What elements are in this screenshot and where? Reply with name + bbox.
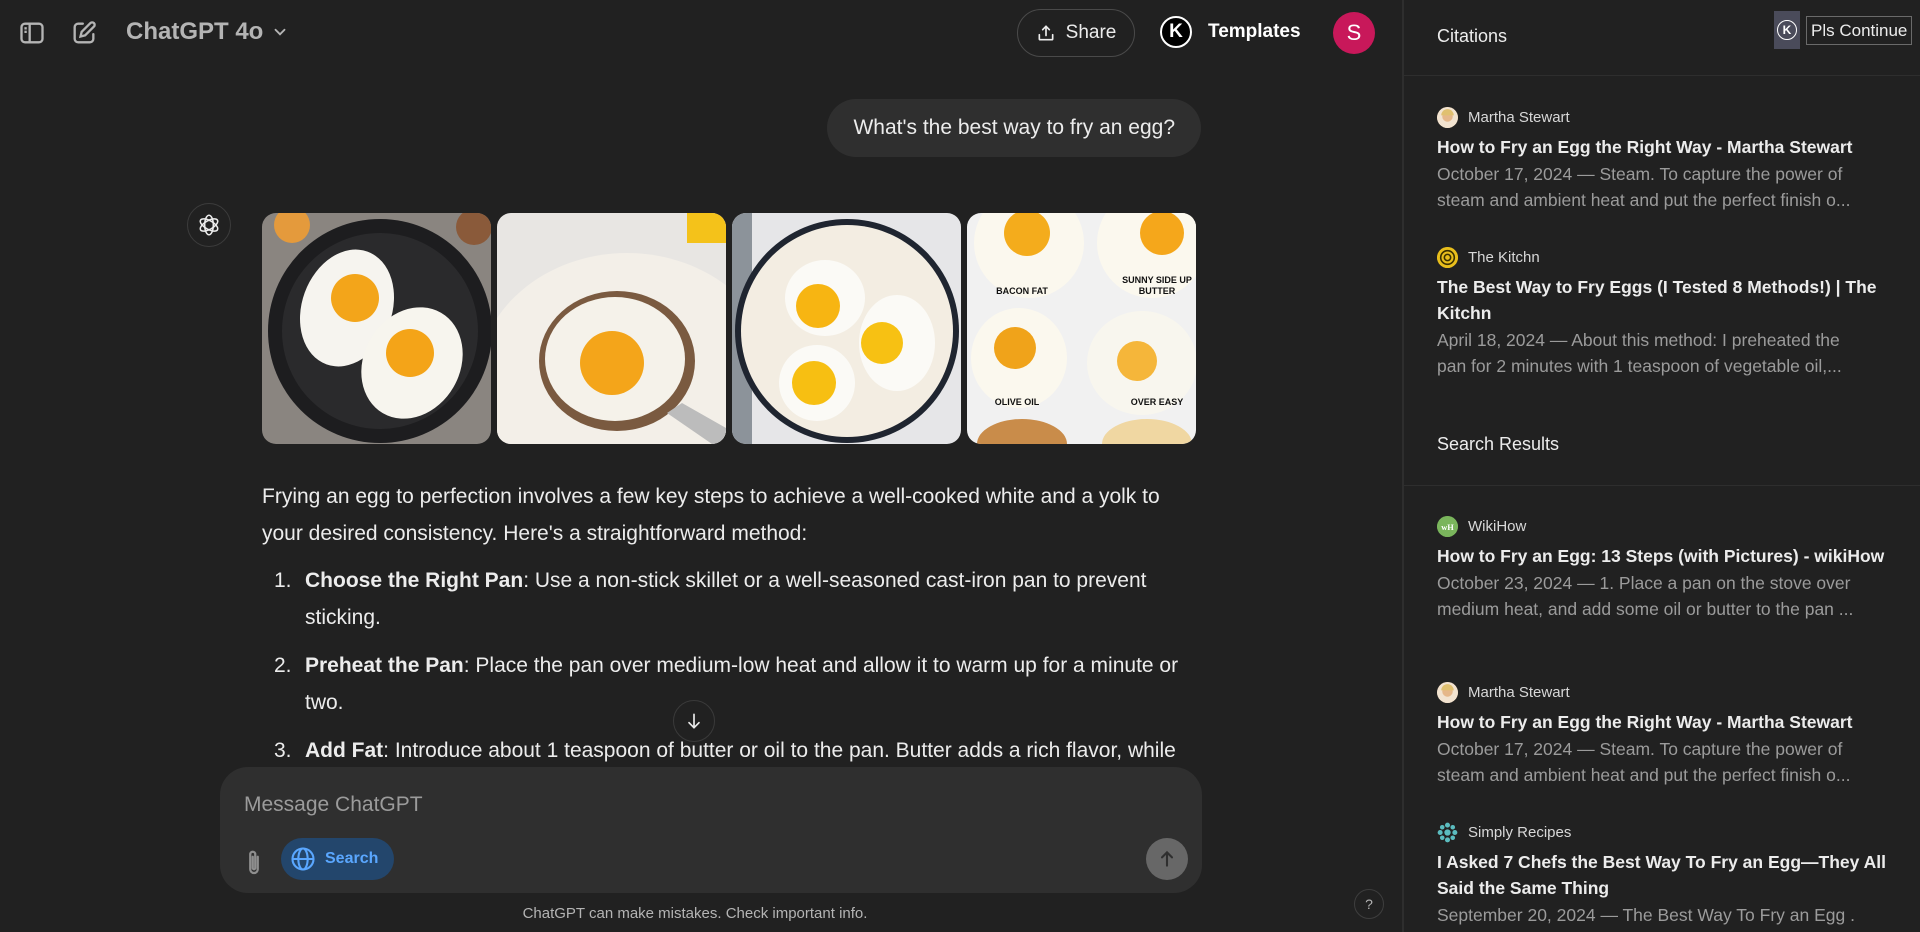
the-kitchn-favicon <box>1437 246 1458 268</box>
templates-label: Templates <box>1208 21 1301 42</box>
step-item: 3. Add Fat: Introduce about 1 teaspoon o… <box>262 732 1202 769</box>
attach-button[interactable] <box>240 843 268 883</box>
label-sunny-side-up: SUNNY SIDE UP <box>1122 275 1192 285</box>
citation-title[interactable]: How to Fry an Egg the Right Way - Martha… <box>1437 134 1897 160</box>
answer-intro: Frying an egg to perfection involves a f… <box>262 485 1160 545</box>
result-snippet: October 17, 2024 — Steam. To capture the… <box>1437 739 1851 785</box>
result-title[interactable]: How to Fry an Egg: 13 Steps (with Pictur… <box>1437 543 1897 569</box>
search-label: Search <box>325 850 379 867</box>
citation-item[interactable]: The Kitchn The Best Way to Fry Eggs (I T… <box>1437 246 1897 379</box>
sidebar-toggle-icon <box>20 22 44 44</box>
simply-recipes-favicon <box>1437 822 1458 843</box>
result-snippet: October 23, 2024 — 1. Place a pan on the… <box>1437 573 1854 619</box>
extension-k-button[interactable]: K <box>1774 11 1800 49</box>
step-number: 3. <box>274 739 292 762</box>
message-composer: Search <box>220 767 1202 893</box>
steps-list: 1. Choose the Right Pan: Use a non-stick… <box>262 562 1202 769</box>
share-button[interactable]: Share <box>1017 9 1135 57</box>
citation-snippet: October 17, 2024 — Steam. To capture the… <box>1437 164 1851 210</box>
user-message: What's the best way to fry an egg? <box>827 99 1201 157</box>
result-source: WikiHow <box>1468 517 1527 535</box>
label-over-easy: OVER EASY <box>1131 397 1184 407</box>
disclaimer: ChatGPT can make mistakes. Check importa… <box>522 905 868 922</box>
user-avatar[interactable]: S <box>1333 12 1375 54</box>
new-chat-icon <box>73 21 96 44</box>
step-text: : Introduce about 1 teaspoon of butter o… <box>383 739 1176 762</box>
result-snippet: September 20, 2024 — The Best Way To Fry… <box>1437 905 1855 925</box>
image-white-pan-eggs <box>732 213 961 444</box>
egg-image-1[interactable] <box>262 213 491 444</box>
top-bar: ChatGPT 4o Share K Templates S <box>0 0 1402 66</box>
assistant-avatar <box>187 203 231 247</box>
search-result-item[interactable]: Martha Stewart How to Fry an Egg the Rig… <box>1437 681 1897 788</box>
panel-header: Citations K Pls Continue <box>1404 0 1920 76</box>
share-label: Share <box>1065 22 1117 43</box>
templates-k-icon: K <box>1160 16 1192 48</box>
templates-button[interactable]: K Templates <box>1160 16 1301 48</box>
assistant-answer: Frying an egg to perfection involves a f… <box>262 478 1202 780</box>
citation-item[interactable]: Martha Stewart How to Fry an Egg the Rig… <box>1437 106 1897 213</box>
search-toggle-button[interactable]: Search <box>281 838 395 880</box>
image-cast-iron-eggs <box>262 213 491 444</box>
model-label: ChatGPT 4o <box>126 18 264 45</box>
globe-icon <box>291 847 315 871</box>
step-title: Preheat the Pan <box>305 654 464 677</box>
label-bacon-fat: BACON FAT <box>996 286 1048 296</box>
search-result-item[interactable]: wH WikiHow How to Fry an Egg: 13 Steps (… <box>1437 515 1897 622</box>
search-result-item[interactable]: Simply Recipes I Asked 7 Chefs the Best … <box>1437 821 1897 928</box>
search-results-title: Search Results <box>1437 434 1560 454</box>
step-item: 2. Preheat the Pan: Place the pan over m… <box>262 647 1202 721</box>
wikihow-favicon: wH <box>1437 515 1458 537</box>
chat-main: ChatGPT 4o Share K Templates S What's th… <box>0 0 1402 932</box>
model-selector[interactable]: ChatGPT 4o <box>126 18 289 46</box>
image-gallery: BACON FAT SUNNY SIDE UP BUTTER OLIVE OIL… <box>262 213 1196 444</box>
martha-stewart-favicon <box>1437 681 1458 703</box>
scroll-to-bottom-button[interactable] <box>673 700 715 742</box>
panel-title: Citations <box>1437 26 1508 46</box>
pls-continue-button[interactable]: Pls Continue <box>1806 16 1913 45</box>
message-input[interactable] <box>244 787 1144 823</box>
egg-image-4[interactable]: BACON FAT SUNNY SIDE UP BUTTER OLIVE OIL… <box>967 213 1196 444</box>
citations-panel: Citations K Pls Continue Martha Stewart … <box>1402 0 1920 932</box>
openai-logo-icon <box>199 214 219 236</box>
result-title[interactable]: How to Fry an Egg the Right Way - Martha… <box>1437 709 1897 735</box>
label-butter: BUTTER <box>1139 286 1176 296</box>
citation-title[interactable]: The Best Way to Fry Eggs (I Tested 8 Met… <box>1437 274 1897 326</box>
image-egg-comparison: BACON FAT SUNNY SIDE UP BUTTER OLIVE OIL… <box>967 213 1196 444</box>
citation-source: Martha Stewart <box>1468 108 1570 126</box>
step-title: Add Fat <box>305 739 384 762</box>
chevron-down-icon <box>274 28 286 36</box>
search-results-header: Search Results <box>1404 420 1920 486</box>
help-button[interactable]: ? <box>1354 889 1384 919</box>
step-title: Choose the Right Pan <box>305 569 524 592</box>
citation-source: The Kitchn <box>1468 248 1540 266</box>
result-source: Simply Recipes <box>1468 823 1572 841</box>
step-number: 1. <box>274 569 292 592</box>
sidebar-toggle-button[interactable] <box>14 15 50 51</box>
paperclip-icon <box>249 850 259 875</box>
egg-image-2[interactable] <box>497 213 726 444</box>
share-icon <box>1038 25 1054 41</box>
citation-snippet: April 18, 2024 — About this method: I pr… <box>1437 330 1842 376</box>
egg-image-3[interactable] <box>732 213 961 444</box>
k-icon: K <box>1777 20 1797 40</box>
new-chat-button[interactable] <box>66 15 102 51</box>
label-olive-oil: OLIVE OIL <box>995 397 1040 407</box>
martha-stewart-favicon <box>1437 106 1458 128</box>
result-title[interactable]: I Asked 7 Chefs the Best Way To Fry an E… <box>1437 849 1897 901</box>
arrow-up-icon <box>1160 850 1174 867</box>
arrow-down-icon <box>688 713 700 729</box>
result-source: Martha Stewart <box>1468 683 1570 701</box>
image-spatula-egg <box>497 213 726 444</box>
step-number: 2. <box>274 654 292 677</box>
send-button[interactable] <box>1146 838 1188 880</box>
svg-text:wH: wH <box>1441 523 1454 532</box>
step-item: 1. Choose the Right Pan: Use a non-stick… <box>262 562 1202 636</box>
